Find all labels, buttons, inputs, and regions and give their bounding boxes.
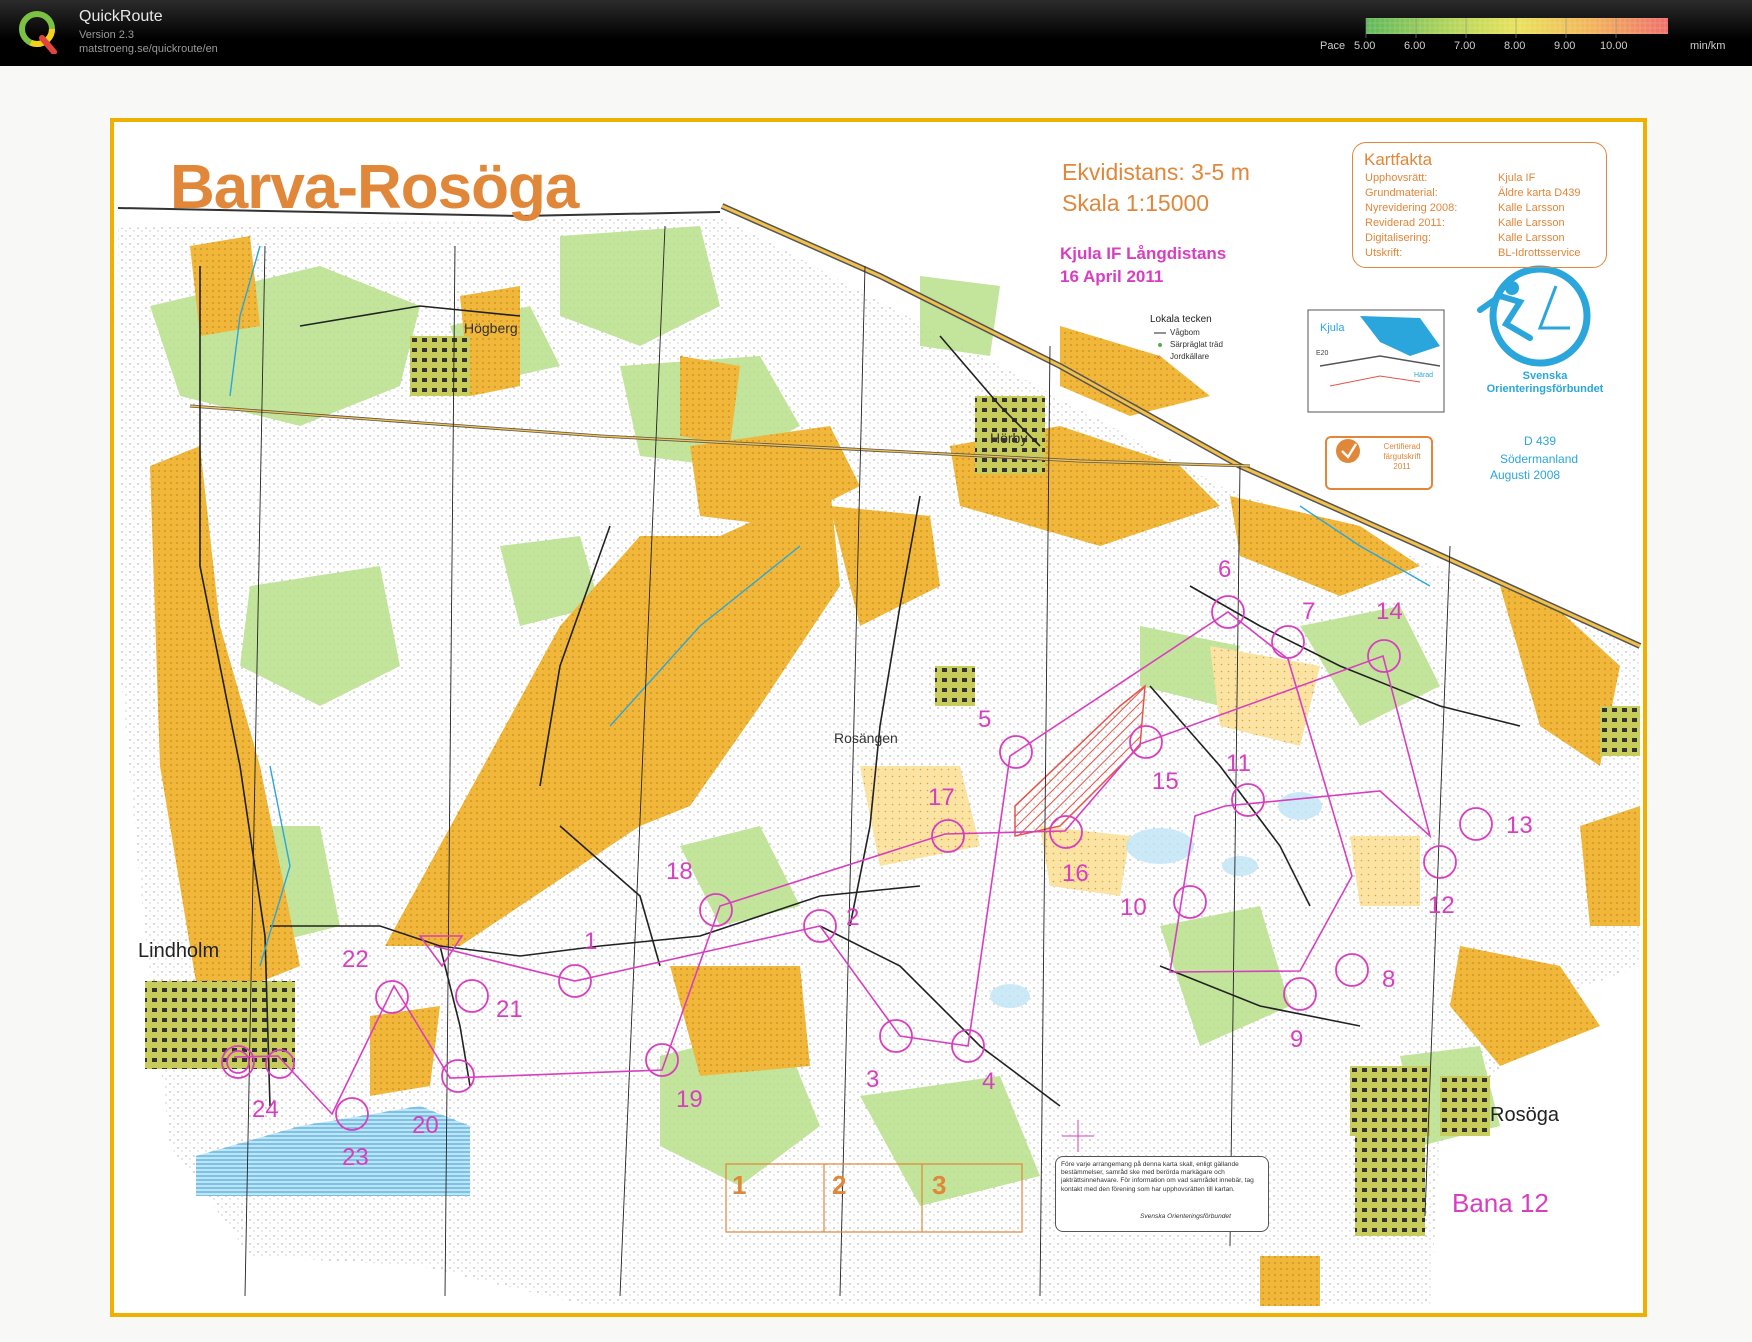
notice-signature: Svenska Orienteringsförbundet bbox=[1140, 1213, 1231, 1220]
pace-tick: 9.00 bbox=[1554, 40, 1576, 52]
control-number: 3 bbox=[866, 1066, 880, 1093]
kartfakta-label: Reviderad 2011: bbox=[1365, 217, 1445, 229]
control-number: 4 bbox=[982, 1068, 996, 1095]
quickroute-logo-icon bbox=[19, 11, 57, 54]
control-number: 20 bbox=[412, 1112, 439, 1139]
control-number: 19 bbox=[676, 1086, 703, 1113]
control-number: 7 bbox=[1302, 598, 1316, 625]
map-canvas[interactable]: × Barva-Rosöga Ekvidistans: 3-5 m Skala … bbox=[0, 66, 1752, 1342]
map-date: Augusti 2008 bbox=[1490, 468, 1561, 482]
control-number: 22 bbox=[342, 946, 369, 973]
event-name: Kjula IF Långdistans bbox=[1060, 244, 1227, 263]
legend-title: Lokala tecken bbox=[1150, 314, 1212, 325]
pace-tick: 6.00 bbox=[1404, 40, 1426, 52]
kartfakta-label: Grundmaterial: bbox=[1365, 187, 1438, 199]
legend-item: Jordkällare bbox=[1170, 352, 1210, 361]
control-number: 24 bbox=[252, 1096, 279, 1123]
app-titlebar: QuickRoute Version 2.3 matstroeng.se/qui… bbox=[0, 0, 1752, 66]
pace-tick: 5.00 bbox=[1354, 40, 1376, 52]
leg-box-number: 2 bbox=[832, 1170, 847, 1200]
certificate-text: Certifierad färgutskrift 2011 bbox=[1383, 442, 1421, 471]
legend-item: Särpräglat träd bbox=[1170, 340, 1223, 349]
legend-item: Vågbom bbox=[1170, 328, 1200, 337]
kartfakta-label: Nyrevidering 2008: bbox=[1365, 202, 1458, 214]
control-number: 1 bbox=[584, 928, 598, 955]
kartfakta-value: Kalle Larsson bbox=[1498, 232, 1565, 244]
map-title: Barva-Rosöga bbox=[170, 153, 579, 222]
map-region: Södermanland bbox=[1500, 452, 1579, 466]
control-number: 2 bbox=[846, 904, 860, 931]
inset-label: Härad bbox=[1414, 372, 1434, 379]
app-name: QuickRoute bbox=[79, 8, 163, 25]
leg-box-number: 3 bbox=[932, 1170, 947, 1200]
pace-unit: min/km bbox=[1690, 40, 1726, 52]
app-version: Version 2.3 bbox=[79, 29, 135, 41]
pace-tick: 8.00 bbox=[1504, 40, 1526, 52]
place-label-rosoga: Rosöga bbox=[1490, 1104, 1559, 1126]
inset-label: Kjula bbox=[1320, 322, 1345, 334]
contour-interval: Ekvidistans: 3-5 m bbox=[1062, 159, 1250, 185]
map-id: D 439 bbox=[1524, 434, 1557, 448]
event-date: 16 April 2011 bbox=[1060, 267, 1164, 286]
control-number: 11 bbox=[1226, 750, 1251, 777]
map-scale: Skala 1:15000 bbox=[1062, 190, 1210, 216]
app-url: matstroeng.se/quickroute/en bbox=[79, 43, 218, 55]
control-number: 15 bbox=[1152, 768, 1179, 795]
control-number: 13 bbox=[1506, 812, 1533, 839]
control-number: 21 bbox=[496, 996, 523, 1023]
course-name: Bana 12 bbox=[1452, 1188, 1549, 1218]
place-label-rosangen: Rosängen bbox=[834, 730, 898, 746]
control-number: 18 bbox=[666, 858, 693, 885]
control-number: 17 bbox=[928, 784, 955, 811]
control-number: 10 bbox=[1120, 894, 1147, 921]
control-number: 23 bbox=[342, 1144, 369, 1171]
control-number: 12 bbox=[1428, 892, 1455, 919]
inset-label: E20 bbox=[1316, 350, 1329, 357]
control-number: 9 bbox=[1290, 1026, 1304, 1053]
kartfakta-label: Utskrift: bbox=[1365, 247, 1403, 259]
place-label-hogberg: Högberg bbox=[464, 320, 518, 336]
pace-color-scale bbox=[1365, 18, 1668, 38]
notice-text: Före varje arrangemang på denna karta sk… bbox=[1061, 1161, 1254, 1193]
kartfakta-label: Upphovsrätt: bbox=[1365, 172, 1428, 184]
federation-name: Svenska Orienteringsförbundet bbox=[1486, 370, 1604, 395]
kartfakta-label: Digitalisering: bbox=[1365, 232, 1432, 244]
control-number: 5 bbox=[978, 706, 992, 733]
place-label-lindholm: Lindholm bbox=[138, 940, 220, 962]
leg-box-number: 1 bbox=[732, 1170, 747, 1200]
control-number: 6 bbox=[1218, 556, 1232, 583]
kartfakta-value: Kalle Larsson bbox=[1498, 202, 1565, 214]
control-number: 8 bbox=[1382, 966, 1396, 993]
kartfakta-value: BL-Idrottsservice bbox=[1498, 247, 1581, 259]
kartfakta-value: Äldre karta D439 bbox=[1498, 187, 1581, 199]
kartfakta-title: Kartfakta bbox=[1364, 150, 1433, 169]
pace-tick: 7.00 bbox=[1454, 40, 1476, 52]
control-number: 16 bbox=[1062, 860, 1089, 887]
pace-tick: 10.00 bbox=[1600, 40, 1628, 52]
place-label-horby: Hörby bbox=[990, 430, 1028, 446]
svg-text:×: × bbox=[1156, 353, 1161, 362]
kartfakta-value: Kalle Larsson bbox=[1498, 217, 1565, 229]
kartfakta-value: Kjula IF bbox=[1498, 172, 1536, 184]
control-number: 14 bbox=[1376, 598, 1403, 625]
pace-label: Pace bbox=[1320, 40, 1346, 52]
